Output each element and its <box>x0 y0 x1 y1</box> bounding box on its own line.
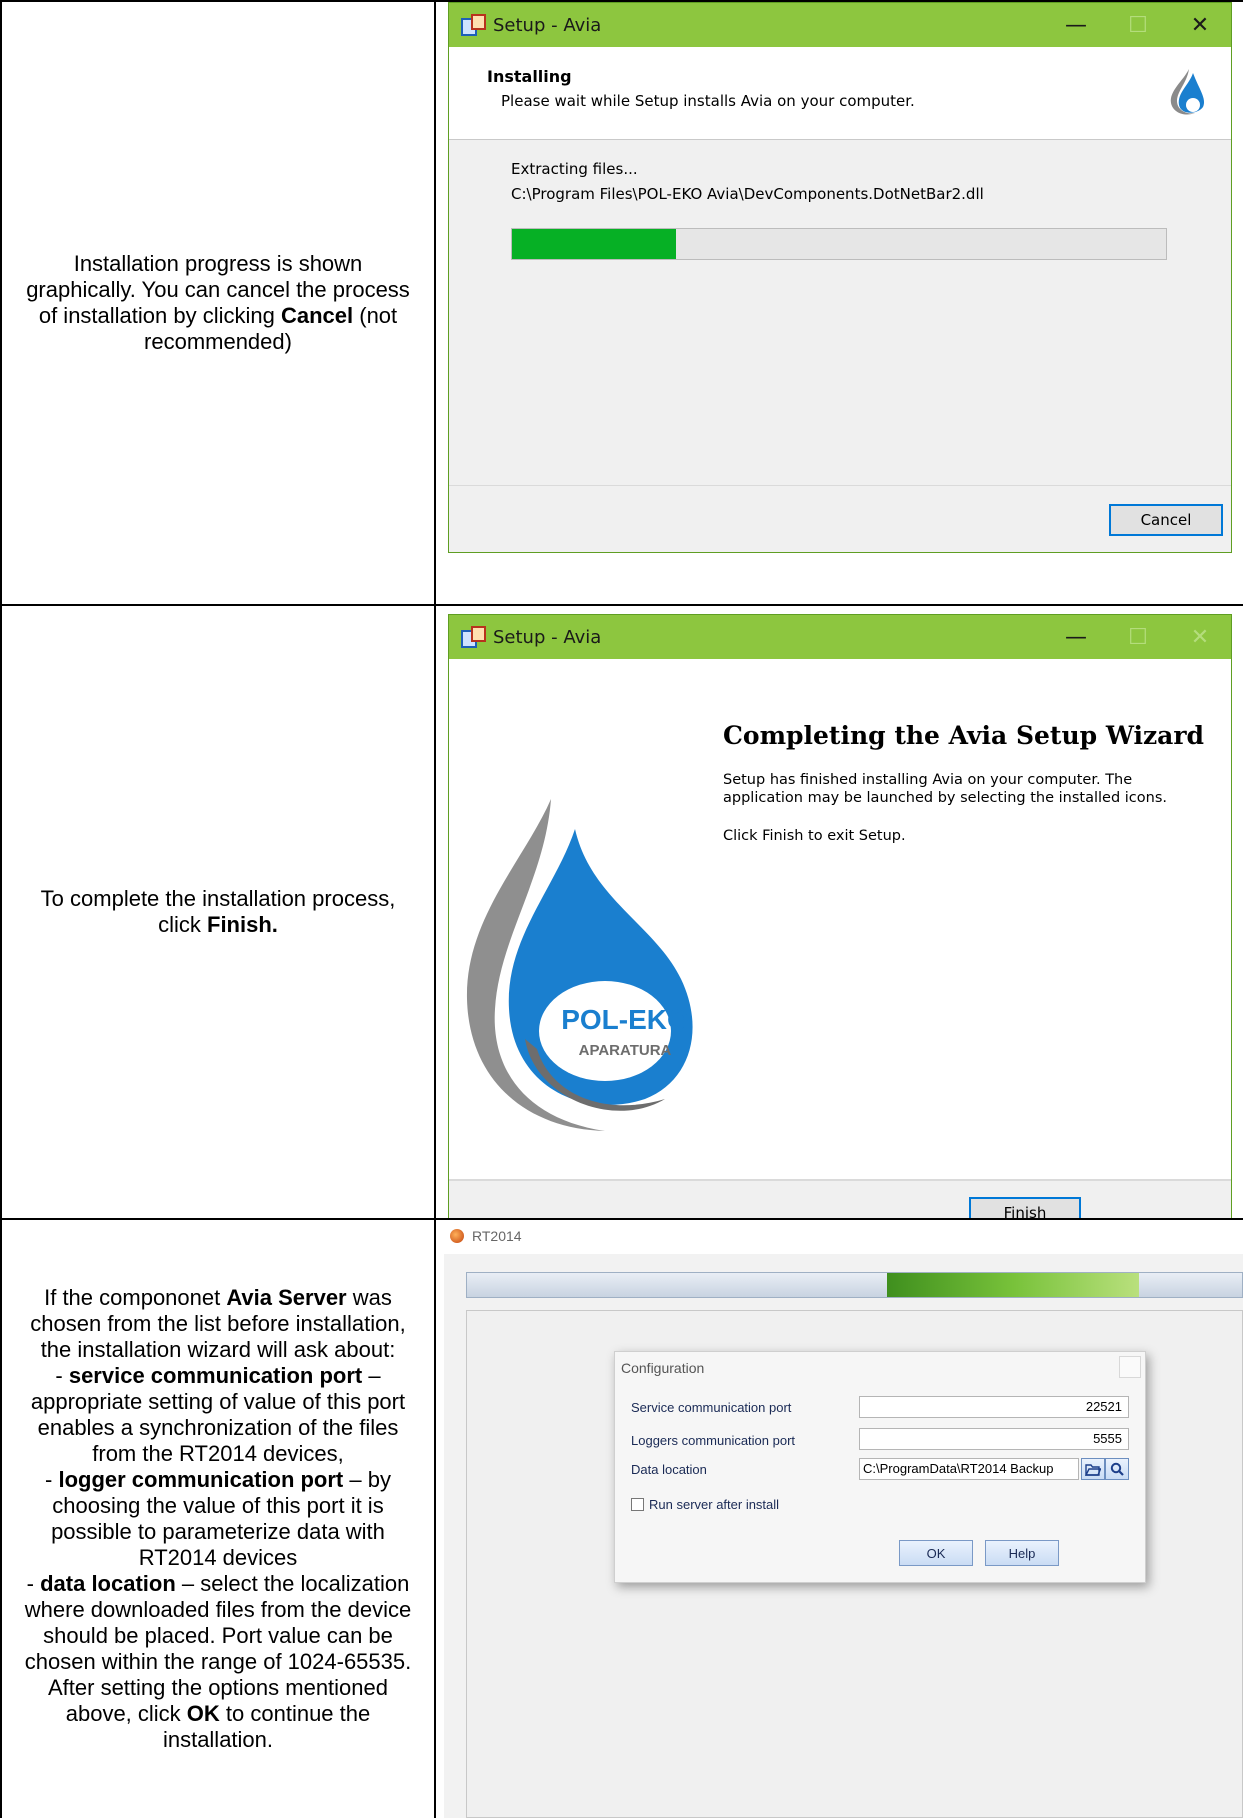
app-title-bar: RT2014 <box>450 1228 522 1244</box>
folder-icon <box>1085 1463 1101 1476</box>
minimize-button[interactable]: — <box>1045 3 1107 47</box>
service-port-input[interactable]: 22521 <box>859 1396 1129 1418</box>
row3-text: - <box>55 1363 69 1388</box>
service-port-label: Service communication port <box>631 1400 792 1415</box>
row2-description: To complete the installation process, cl… <box>0 606 436 1220</box>
loggers-port-input[interactable]: 5555 <box>859 1428 1129 1450</box>
row1-text-cancel: Cancel <box>280 303 354 328</box>
progress-band <box>466 1272 1243 1298</box>
status-file-path: C:\Program Files\POL-EKO Avia\DevCompone… <box>511 185 984 203</box>
row2-screenshot: Setup - Avia — ☐ ✕ POL-EKO APARATURA Com… <box>436 606 1243 1220</box>
pol-eko-aparatura-logo: POL-EKO APARATURA <box>466 799 693 1131</box>
title-bar: Setup - Avia — ☐ ✕ <box>449 615 1231 659</box>
maximize-button[interactable]: ☐ <box>1107 615 1169 659</box>
row2-text-finish: Finish. <box>207 912 278 937</box>
finish-paragraph-1: Setup has finished installing Avia on yo… <box>723 772 1167 806</box>
run-server-checkbox[interactable] <box>631 1498 644 1511</box>
configuration-dialog: Configuration Service communication port… <box>614 1351 1146 1583</box>
search-icon <box>1110 1462 1124 1476</box>
cancel-button[interactable]: Cancel <box>1109 504 1223 536</box>
row3-text: If the compononet <box>44 1285 227 1310</box>
setup-app-icon <box>459 12 486 38</box>
wizard-title: Completing the Avia Setup Wizard <box>723 721 1205 750</box>
progress-indicator <box>887 1273 1139 1297</box>
rt2014-app-window: RT2014 Configuration Service communicati… <box>436 1220 1243 1818</box>
title-bar: Setup - Avia — ☐ ✕ <box>449 3 1231 47</box>
finish-paragraph-2: Click Finish to exit Setup. <box>723 828 906 844</box>
row1-description: Installation progress is shown graphical… <box>0 0 436 606</box>
logo-sub-text: APARATURA <box>579 1042 672 1059</box>
minimize-button[interactable]: — <box>1045 615 1107 659</box>
dialog-title: Configuration <box>621 1360 705 1376</box>
run-server-label: Run server after install <box>649 1497 780 1512</box>
row3-text: - <box>45 1467 59 1492</box>
data-location-input[interactable]: C:\ProgramData\RT2014 Backup <box>859 1458 1079 1480</box>
row3-text-bold: OK <box>186 1701 220 1726</box>
status-text: Extracting files... <box>511 160 638 178</box>
window-title: Setup - Avia <box>493 14 602 36</box>
header-subtitle: Please wait while Setup installs Avia on… <box>501 92 915 110</box>
wizard-header: Installing Please wait while Setup insta… <box>449 47 1231 140</box>
run-server-checkbox-row[interactable]: Run server after install <box>631 1497 779 1512</box>
row1-screenshot: Setup - Avia — ☐ ✕ Installing Please wai… <box>436 0 1243 606</box>
browse-button[interactable] <box>1105 1458 1129 1480</box>
progress-fill <box>512 229 676 259</box>
finish-button[interactable]: Finish <box>969 1197 1081 1218</box>
row3-text: - <box>26 1571 41 1596</box>
wizard-body: Extracting files... C:\Program Files\POL… <box>449 140 1231 485</box>
wizard-footer: Cancel <box>449 485 1231 552</box>
help-button[interactable]: Help <box>985 1540 1059 1566</box>
row3-screenshot: RT2014 Configuration Service communicati… <box>436 1220 1243 1818</box>
data-location-label: Data location <box>631 1462 707 1477</box>
wizard-message: Setup has finished installing Avia on yo… <box>723 771 1203 865</box>
install-progress-bar <box>511 228 1167 260</box>
instruction-table: Installation progress is shown graphical… <box>0 0 1243 1818</box>
finish-window: Setup - Avia — ☐ ✕ POL-EKO APARATURA Com… <box>448 614 1232 1218</box>
row3-text-bold: data location <box>40 1571 176 1596</box>
installing-window: Setup - Avia — ☐ ✕ Installing Please wai… <box>448 2 1232 553</box>
open-folder-button[interactable] <box>1081 1458 1105 1480</box>
setup-app-icon <box>459 624 486 650</box>
maximize-button[interactable]: ☐ <box>1107 3 1169 47</box>
logo-brand-text: POL-EKO <box>561 1004 689 1035</box>
row3-description: If the compononet Avia Server was chosen… <box>0 1220 436 1818</box>
app-title: RT2014 <box>472 1228 522 1244</box>
header-title: Installing <box>487 67 572 86</box>
row3-text-bold: Avia Server <box>226 1285 347 1310</box>
close-button[interactable]: ✕ <box>1169 615 1231 659</box>
loggers-port-label: Loggers communication port <box>631 1433 796 1448</box>
row3-text-bold: service communication port <box>68 1363 363 1388</box>
pol-eko-logo-icon <box>1170 69 1205 115</box>
finish-body: POL-EKO APARATURA Completing the Avia Se… <box>449 659 1231 1180</box>
ok-button[interactable]: OK <box>899 1540 973 1566</box>
rt2014-app-icon <box>450 1229 464 1243</box>
wizard-footer: Finish <box>449 1180 1231 1218</box>
row3-text-bold: logger communication port <box>58 1467 344 1492</box>
close-button[interactable]: ✕ <box>1169 3 1231 47</box>
window-title: Setup - Avia <box>493 626 602 648</box>
dialog-close-button[interactable] <box>1119 1356 1141 1378</box>
